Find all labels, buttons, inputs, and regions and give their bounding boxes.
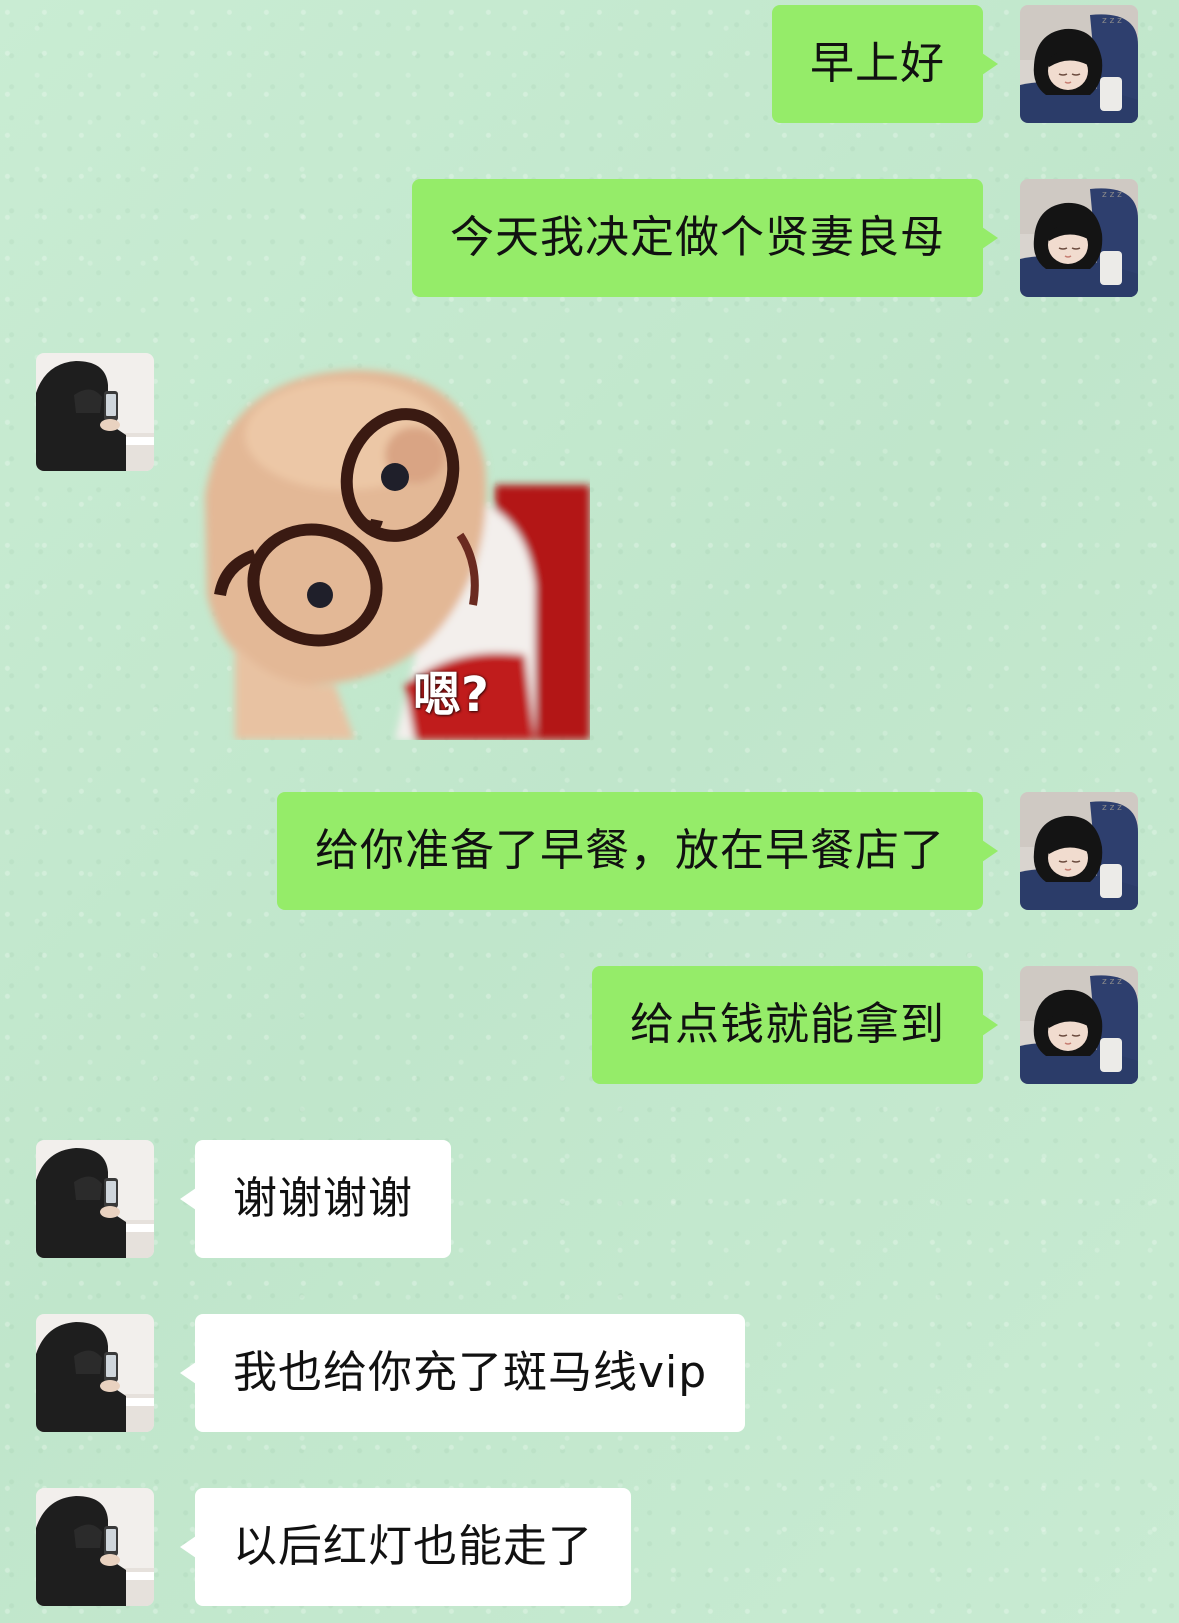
received-message-bubble[interactable]: 以后红灯也能走了: [180, 1488, 631, 1606]
sleeping-girl-avatar-icon: [1020, 5, 1138, 123]
bald-baby-with-glasses-icon: [205, 370, 590, 740]
sent-message-bubble[interactable]: 给点钱就能拿到: [592, 966, 998, 1084]
received-message-bubble[interactable]: 我也给你充了斑马线vip: [179, 1314, 746, 1432]
sent-message-bubble[interactable]: 给你准备了早餐，放在早餐店了: [277, 792, 998, 910]
self-avatar[interactable]: [1020, 5, 1138, 123]
sleeping-girl-avatar-icon: [1020, 179, 1138, 297]
sticker-image[interactable]: 嗯?: [195, 355, 590, 740]
sent-message-bubble[interactable]: 今天我决定做个贤妻良母: [412, 179, 998, 297]
person-with-phone-avatar-icon: [36, 1488, 154, 1606]
contact-avatar[interactable]: [36, 1140, 154, 1258]
person-with-phone-avatar-icon: [36, 353, 154, 471]
sleeping-girl-avatar-icon: [1020, 966, 1138, 1084]
contact-avatar[interactable]: [36, 353, 154, 471]
received-message-bubble[interactable]: 谢谢谢谢: [180, 1140, 451, 1258]
sleeping-girl-avatar-icon: [1020, 792, 1138, 910]
contact-avatar[interactable]: [36, 1314, 154, 1432]
sent-message-bubble[interactable]: 早上好: [772, 5, 998, 123]
person-with-phone-avatar-icon: [36, 1140, 154, 1258]
self-avatar[interactable]: [1020, 179, 1138, 297]
person-with-phone-avatar-icon: [36, 1314, 154, 1432]
self-avatar[interactable]: [1020, 792, 1138, 910]
sticker-caption: 嗯?: [413, 667, 489, 723]
contact-avatar[interactable]: [36, 1488, 154, 1606]
self-avatar[interactable]: [1020, 966, 1138, 1084]
